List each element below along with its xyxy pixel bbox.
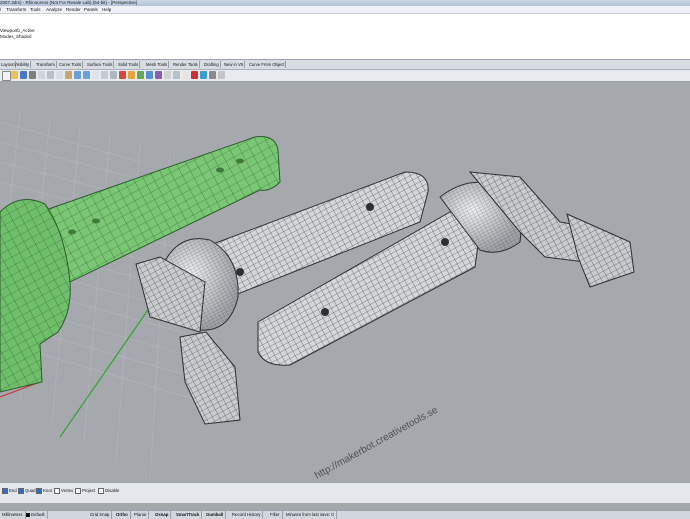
properties-icon[interactable]	[38, 71, 45, 79]
open-folder-icon[interactable]	[11, 71, 18, 79]
gear-icon[interactable]	[173, 71, 180, 79]
meshed-part-right[interactable]	[257, 171, 635, 366]
zoom-icon[interactable]	[110, 71, 117, 79]
pan-icon[interactable]	[92, 71, 99, 79]
options-icon[interactable]	[209, 71, 216, 79]
toolbar-tabs: Layout Visibility Transform Curve Tools …	[0, 60, 690, 70]
osnap-label: Project	[82, 488, 96, 493]
hide-icon[interactable]	[182, 71, 189, 79]
tab-new-in-v5[interactable]: New in V5	[223, 61, 246, 68]
osnap-disable[interactable]: Disable	[98, 487, 119, 494]
material-icon[interactable]	[155, 71, 162, 79]
osnap-knot[interactable]: Knot	[36, 487, 52, 494]
tab-solid-tools[interactable]: Solid Tools	[117, 61, 141, 68]
osnap-vertex[interactable]: Vertex	[54, 487, 73, 494]
layer-icon[interactable]	[146, 71, 153, 79]
osnap-label: Knot	[43, 488, 52, 493]
cut-icon[interactable]	[47, 71, 54, 79]
select-icon[interactable]	[164, 71, 171, 79]
help-icon[interactable]	[218, 71, 225, 79]
checkbox-icon[interactable]	[2, 487, 8, 494]
print-icon[interactable]	[29, 71, 36, 79]
lights-icon[interactable]	[128, 71, 135, 79]
menu-item-render[interactable]: Render	[66, 6, 81, 13]
osnap-bar: End Quad Knot Vertex Project Disable	[0, 482, 690, 503]
rotate-view-icon[interactable]	[101, 71, 108, 79]
save-icon[interactable]	[20, 71, 27, 79]
checkbox-icon[interactable]	[18, 487, 24, 494]
osnap-label: Vertex	[61, 488, 74, 493]
command-history[interactable]: Viewportb_Active Modes_Shaded	[0, 14, 690, 60]
menu-item-file[interactable]: /	[0, 6, 1, 13]
checkbox-icon[interactable]	[98, 487, 104, 494]
menu-item-transform[interactable]: Transform	[6, 6, 26, 13]
command-history-line: Viewportb_Active	[0, 28, 35, 33]
menu-item-panels[interactable]: Panels	[84, 6, 98, 13]
menu-item-help[interactable]: Help	[102, 6, 111, 13]
undo-icon[interactable]	[74, 71, 81, 79]
command-history-line: Modes_Shaded	[0, 34, 32, 39]
tab-surface-tools[interactable]: Surface Tools	[86, 61, 115, 68]
osnap-label: End	[9, 488, 17, 493]
menu-bar: / Transform Tools Analyze Render Panels …	[0, 6, 690, 14]
osnap-project[interactable]: Project	[75, 487, 95, 494]
layer-color-icon	[26, 512, 30, 517]
osnap-quad[interactable]: Quad	[18, 487, 36, 494]
new-file-icon[interactable]	[2, 71, 11, 81]
paste-icon[interactable]	[65, 71, 72, 79]
tab-curve-from-object[interactable]: Curve From Object	[248, 61, 287, 68]
render-icon[interactable]	[119, 71, 126, 79]
tab-visibility[interactable]: Visibility	[13, 61, 32, 68]
osnap-label: Disable	[105, 488, 120, 493]
grid-axis-green	[59, 306, 151, 438]
tab-mesh-tools[interactable]: Mesh Tools	[145, 61, 170, 68]
icon-toolbar	[0, 70, 690, 82]
menu-item-tools[interactable]: Tools	[30, 6, 41, 13]
tab-curve-tools[interactable]: Curve Tools	[58, 61, 84, 68]
menu-item-analyze[interactable]: Analyze	[46, 6, 62, 13]
redo-icon[interactable]	[83, 71, 90, 79]
model-view	[0, 111, 635, 481]
perspective-viewport[interactable]: http://makerbot.creativetools.se	[0, 82, 690, 482]
checkbox-icon[interactable]	[36, 487, 42, 494]
shade-icon[interactable]	[137, 71, 144, 79]
tab-render-tools[interactable]: Render Tools	[172, 61, 200, 68]
tab-transform[interactable]: Transform	[35, 61, 57, 68]
copy-icon[interactable]	[56, 71, 63, 79]
checkbox-icon[interactable]	[54, 487, 60, 494]
osnap-label: Quad	[25, 488, 36, 493]
checkbox-icon[interactable]	[75, 487, 81, 494]
lock-icon[interactable]	[191, 71, 198, 79]
osnap-end[interactable]: End	[2, 487, 17, 494]
layer-name: Default	[31, 512, 45, 517]
globe-icon[interactable]	[200, 71, 207, 79]
tab-drafting[interactable]: Drafting	[203, 61, 221, 68]
